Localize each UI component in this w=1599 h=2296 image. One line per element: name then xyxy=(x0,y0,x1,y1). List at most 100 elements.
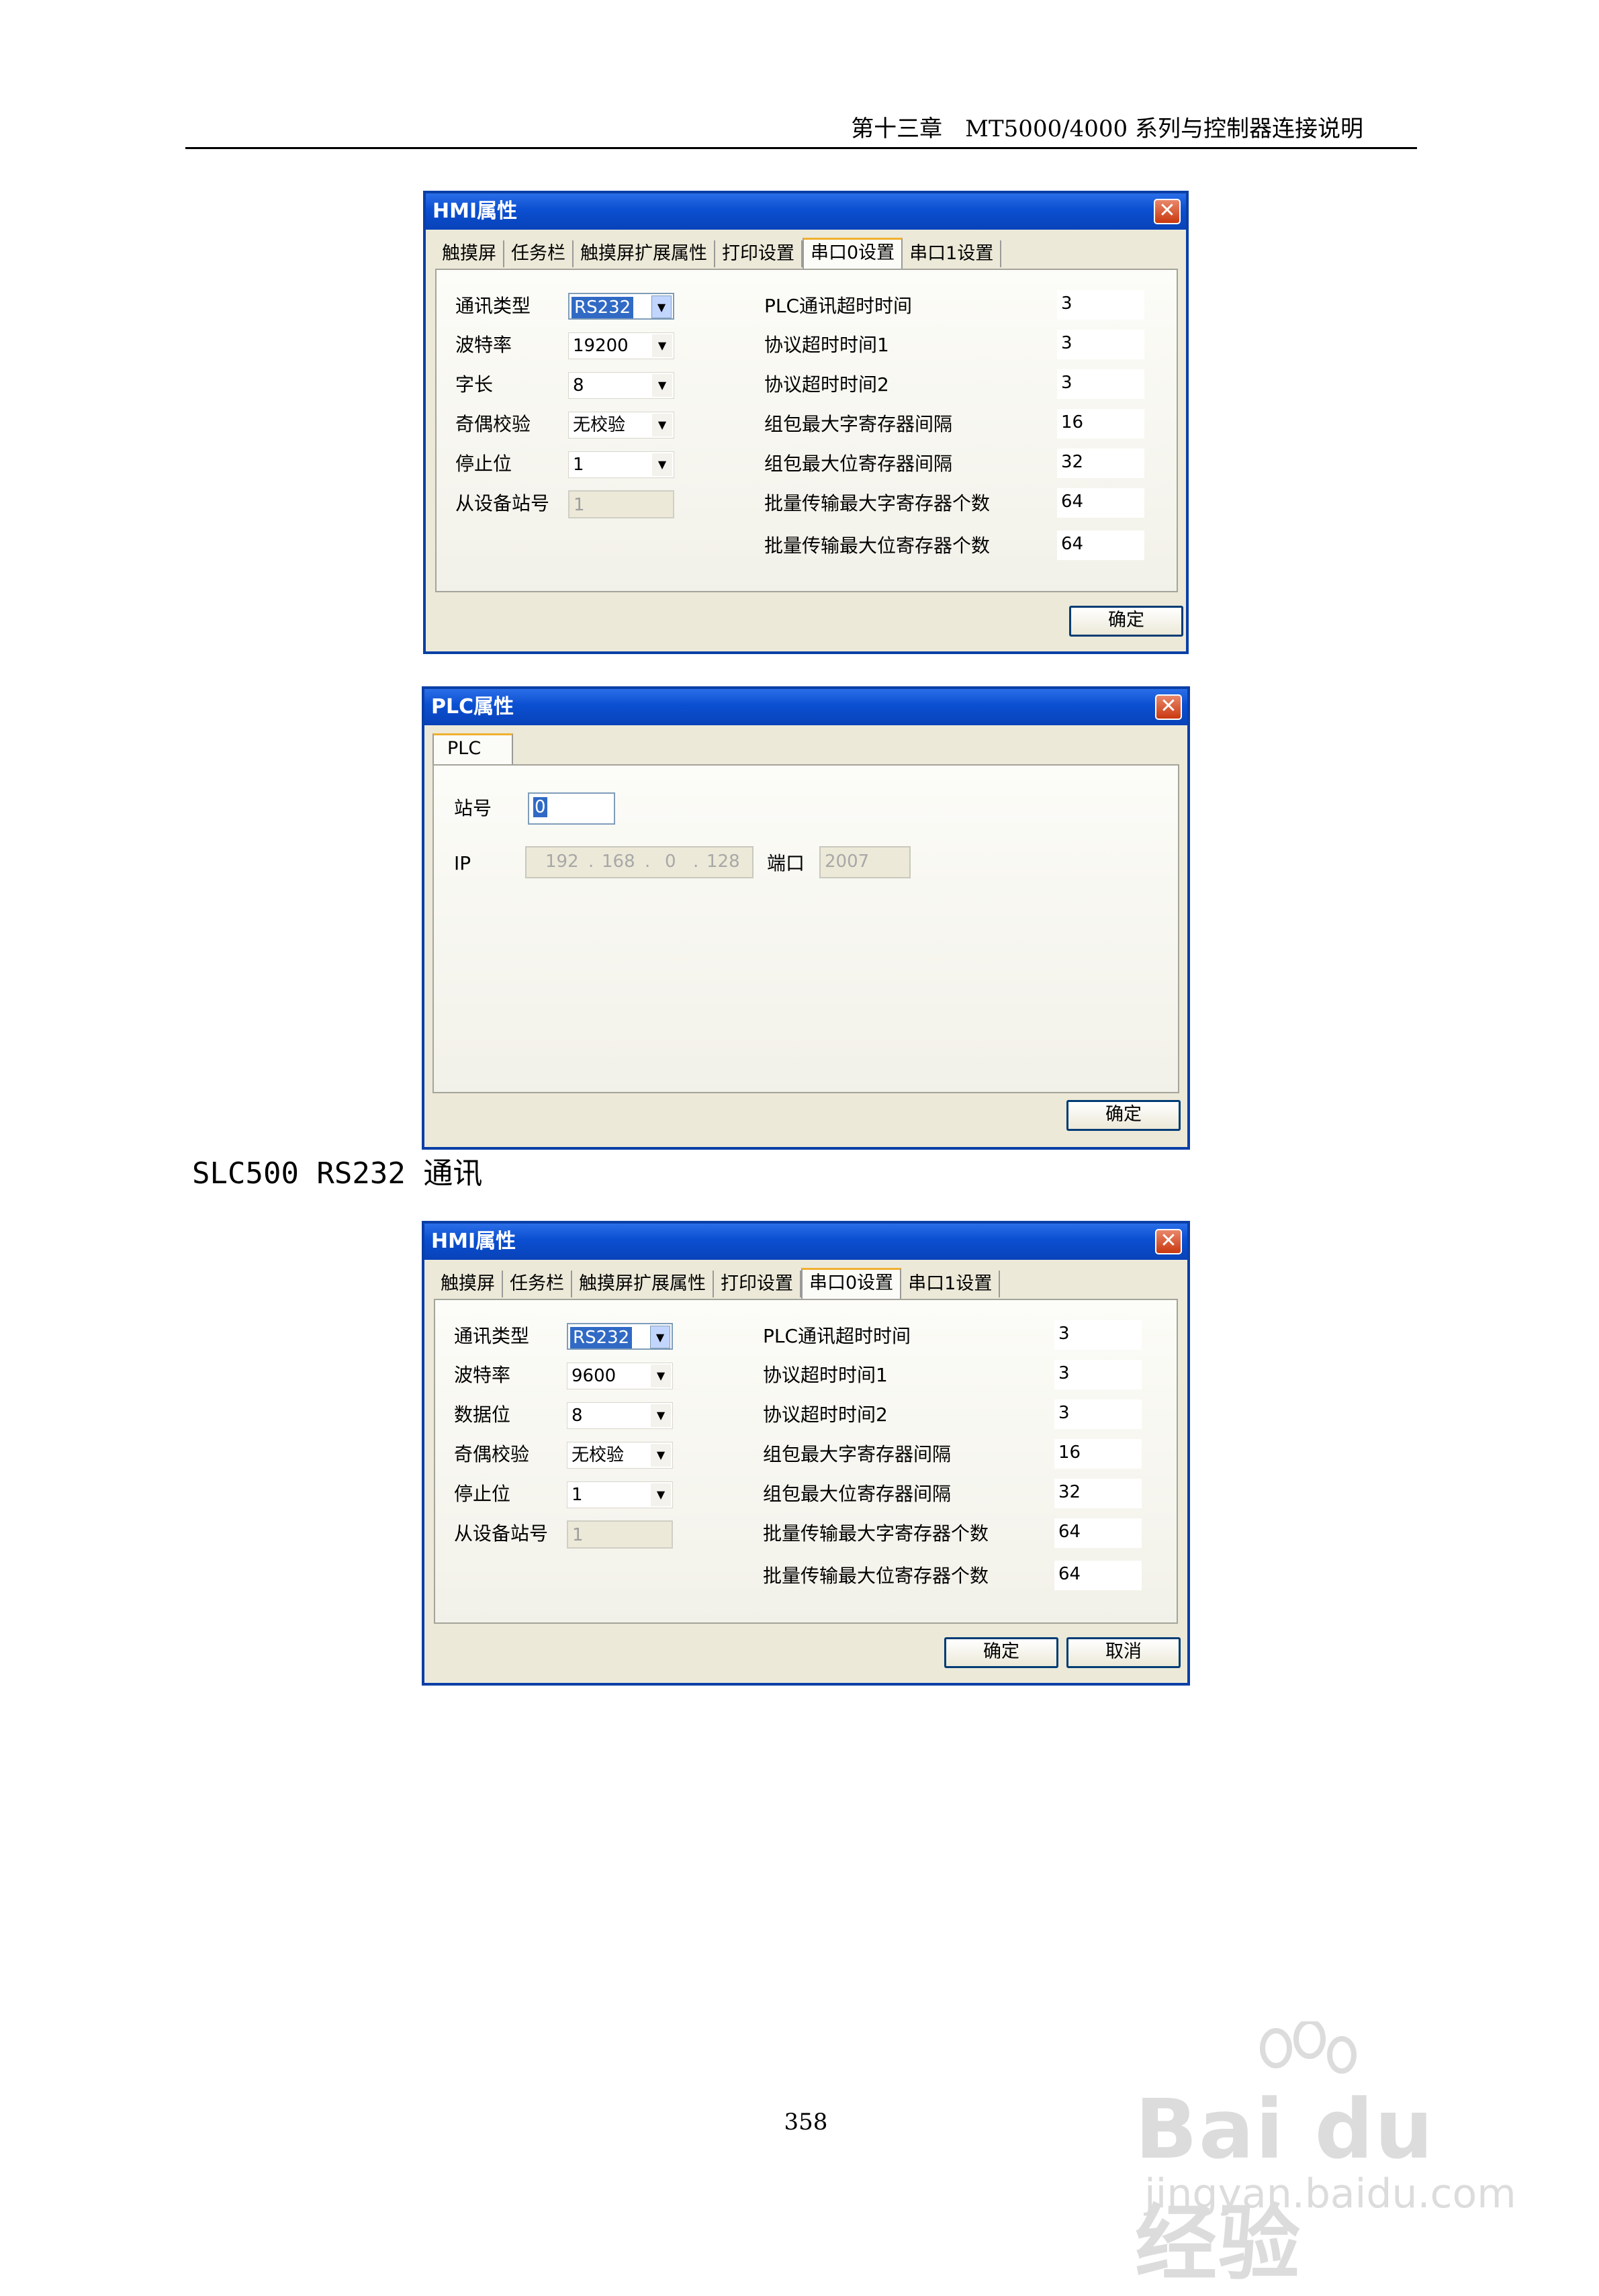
tab-plc[interactable]: PLC xyxy=(432,733,513,764)
page-number: 358 xyxy=(784,2109,828,2136)
max-bit-reg-gap-input[interactable]: 32 xyxy=(1057,449,1144,478)
station-input[interactable]: 0 xyxy=(528,792,615,825)
max-bit-reg-gap-input[interactable]: 32 xyxy=(1054,1479,1142,1508)
baud-rate-select[interactable]: 9600 ▼ xyxy=(567,1363,673,1389)
max-bit-reg-gap-label: 组包最大位寄存器间隔 xyxy=(764,453,953,475)
stop-bits-select[interactable]: 1 ▼ xyxy=(568,451,674,478)
word-length-select[interactable]: 8 ▼ xyxy=(568,372,674,399)
tab-print-settings[interactable]: 打印设置 xyxy=(715,240,803,267)
max-bit-reg-count-input[interactable]: 64 xyxy=(1054,1561,1142,1590)
plc-timeout-label: PLC通讯超时时间 xyxy=(764,295,913,317)
ip-octet-1: 192 xyxy=(545,852,579,872)
chevron-down-icon[interactable]: ▼ xyxy=(651,1365,671,1387)
station-label: 站号 xyxy=(454,797,492,819)
max-word-reg-gap-label: 组包最大字寄存器间隔 xyxy=(764,413,953,435)
chevron-down-icon[interactable]: ▼ xyxy=(651,295,672,318)
chevron-down-icon[interactable]: ▼ xyxy=(652,334,672,357)
ip-dot: . xyxy=(645,852,651,872)
chevron-down-icon[interactable]: ▼ xyxy=(652,414,672,437)
cancel-button[interactable]: 取消 xyxy=(1066,1637,1181,1668)
protocol-timeout2-input[interactable]: 3 xyxy=(1054,1399,1142,1429)
protocol-timeout2-label: 协议超时时间2 xyxy=(764,373,889,396)
ok-button[interactable]: 确定 xyxy=(1066,1100,1181,1131)
data-bits-select[interactable]: 8 ▼ xyxy=(567,1402,673,1429)
protocol-timeout1-label: 协议超时时间1 xyxy=(763,1364,888,1386)
max-word-reg-count-label: 批量传输最大字寄存器个数 xyxy=(764,492,991,514)
tab-print-settings[interactable]: 打印设置 xyxy=(714,1271,801,1297)
serial0-panel: 通讯类型 波特率 字长 奇偶校验 停止位 从设备站号 RS232 ▼ 19200… xyxy=(435,269,1178,592)
plc-timeout-input[interactable]: 3 xyxy=(1057,290,1144,320)
close-icon[interactable]: ✕ xyxy=(1154,199,1181,224)
tab-touchscreen[interactable]: 触摸屏 xyxy=(435,240,504,267)
protocol-timeout2-input[interactable]: 3 xyxy=(1057,369,1144,399)
stop-bits-select[interactable]: 1 ▼ xyxy=(567,1481,673,1508)
tab-serial0-settings[interactable]: 串口0设置 xyxy=(803,238,903,269)
header-text: 第十三章 MT5000/4000 系列与控制器连接说明 xyxy=(851,116,1363,142)
tab-serial0-settings[interactable]: 串口0设置 xyxy=(801,1268,902,1299)
tab-taskbar[interactable]: 任务栏 xyxy=(504,240,574,267)
tab-touchscreen[interactable]: 触摸屏 xyxy=(434,1271,503,1297)
max-word-reg-count-label: 批量传输最大字寄存器个数 xyxy=(763,1522,989,1545)
word-length-value: 8 xyxy=(573,375,584,396)
station-value: 0 xyxy=(533,797,547,817)
data-bits-value: 8 xyxy=(572,1406,583,1426)
baud-rate-value: 19200 xyxy=(573,336,629,356)
max-word-reg-gap-input[interactable]: 16 xyxy=(1057,409,1144,439)
serial0-panel: 通讯类型 波特率 数据位 奇偶校验 停止位 从设备站号 RS232 ▼ 9600… xyxy=(434,1299,1178,1624)
parity-select[interactable]: 无校验 ▼ xyxy=(567,1442,673,1469)
parity-value: 无校验 xyxy=(572,1445,625,1465)
max-word-reg-gap-input[interactable]: 16 xyxy=(1054,1439,1142,1469)
tab-bar: 触摸屏 任务栏 触摸屏扩展属性 打印设置 串口0设置 串口1设置 xyxy=(435,238,1002,269)
tab-serial1-settings[interactable]: 串口1设置 xyxy=(901,1271,1001,1297)
comm-type-select[interactable]: RS232 ▼ xyxy=(568,293,674,320)
ok-button[interactable]: 确定 xyxy=(944,1637,1058,1668)
ip-address-input: 192 . 168 . 0 . 128 xyxy=(525,846,753,878)
ip-octet-4: 128 xyxy=(706,852,740,872)
dialog-title: PLC属性 xyxy=(424,689,1187,725)
max-bit-reg-count-label: 批量传输最大位寄存器个数 xyxy=(763,1565,989,1587)
chevron-down-icon[interactable]: ▼ xyxy=(651,1483,671,1506)
tab-taskbar[interactable]: 任务栏 xyxy=(503,1271,572,1297)
parity-value: 无校验 xyxy=(573,415,626,435)
baidu-jingyan-watermark: Bai du 经验 jingyan.baidu.com xyxy=(1135,2021,1524,2291)
baud-rate-label: 波特率 xyxy=(454,1364,511,1386)
hmi-properties-dialog-1: HMI属性 ✕ 触摸屏 任务栏 触摸屏扩展属性 打印设置 串口0设置 串口1设置… xyxy=(423,191,1189,654)
stop-bits-value: 1 xyxy=(573,455,584,475)
tab-serial1-settings[interactable]: 串口1设置 xyxy=(903,240,1002,267)
tab-touchscreen-ext[interactable]: 触摸屏扩展属性 xyxy=(574,240,715,267)
chevron-down-icon[interactable]: ▼ xyxy=(652,374,672,397)
max-word-reg-gap-label: 组包最大字寄存器间隔 xyxy=(763,1443,952,1465)
comm-type-select[interactable]: RS232 ▼ xyxy=(567,1323,673,1350)
slave-station-label: 从设备站号 xyxy=(454,1522,549,1545)
baud-rate-label: 波特率 xyxy=(455,334,512,356)
slave-station-input: 1 xyxy=(567,1520,673,1549)
data-bits-label: 数据位 xyxy=(454,1404,511,1426)
protocol-timeout1-input[interactable]: 3 xyxy=(1054,1360,1142,1389)
protocol-timeout1-label: 协议超时时间1 xyxy=(764,334,889,356)
chevron-down-icon[interactable]: ▼ xyxy=(651,1444,671,1467)
comm-type-label: 通讯类型 xyxy=(455,295,531,317)
chevron-down-icon[interactable]: ▼ xyxy=(651,1404,671,1427)
max-word-reg-count-input[interactable]: 64 xyxy=(1054,1518,1142,1548)
plc-timeout-input[interactable]: 3 xyxy=(1054,1320,1142,1350)
stop-bits-label: 停止位 xyxy=(454,1483,511,1505)
stop-bits-label: 停止位 xyxy=(455,453,512,475)
close-icon[interactable]: ✕ xyxy=(1155,1229,1182,1254)
ok-button[interactable]: 确定 xyxy=(1069,606,1183,637)
chevron-down-icon[interactable]: ▼ xyxy=(650,1326,670,1348)
parity-select[interactable]: 无校验 ▼ xyxy=(568,412,674,439)
max-bit-reg-count-input[interactable]: 64 xyxy=(1057,531,1144,560)
word-length-label: 字长 xyxy=(455,373,494,396)
ip-dot: . xyxy=(693,852,699,872)
tab-touchscreen-ext[interactable]: 触摸屏扩展属性 xyxy=(572,1271,714,1297)
ip-label: IP xyxy=(454,852,471,874)
protocol-timeout2-label: 协议超时时间2 xyxy=(763,1404,888,1426)
baud-rate-select[interactable]: 19200 ▼ xyxy=(568,332,674,359)
comm-type-value: RS232 xyxy=(570,1327,633,1348)
protocol-timeout1-input[interactable]: 3 xyxy=(1057,330,1144,359)
baud-rate-value: 9600 xyxy=(572,1366,616,1386)
chevron-down-icon[interactable]: ▼ xyxy=(652,453,672,476)
max-word-reg-count-input[interactable]: 64 xyxy=(1057,488,1144,518)
parity-label: 奇偶校验 xyxy=(454,1443,530,1465)
close-icon[interactable]: ✕ xyxy=(1155,694,1182,720)
